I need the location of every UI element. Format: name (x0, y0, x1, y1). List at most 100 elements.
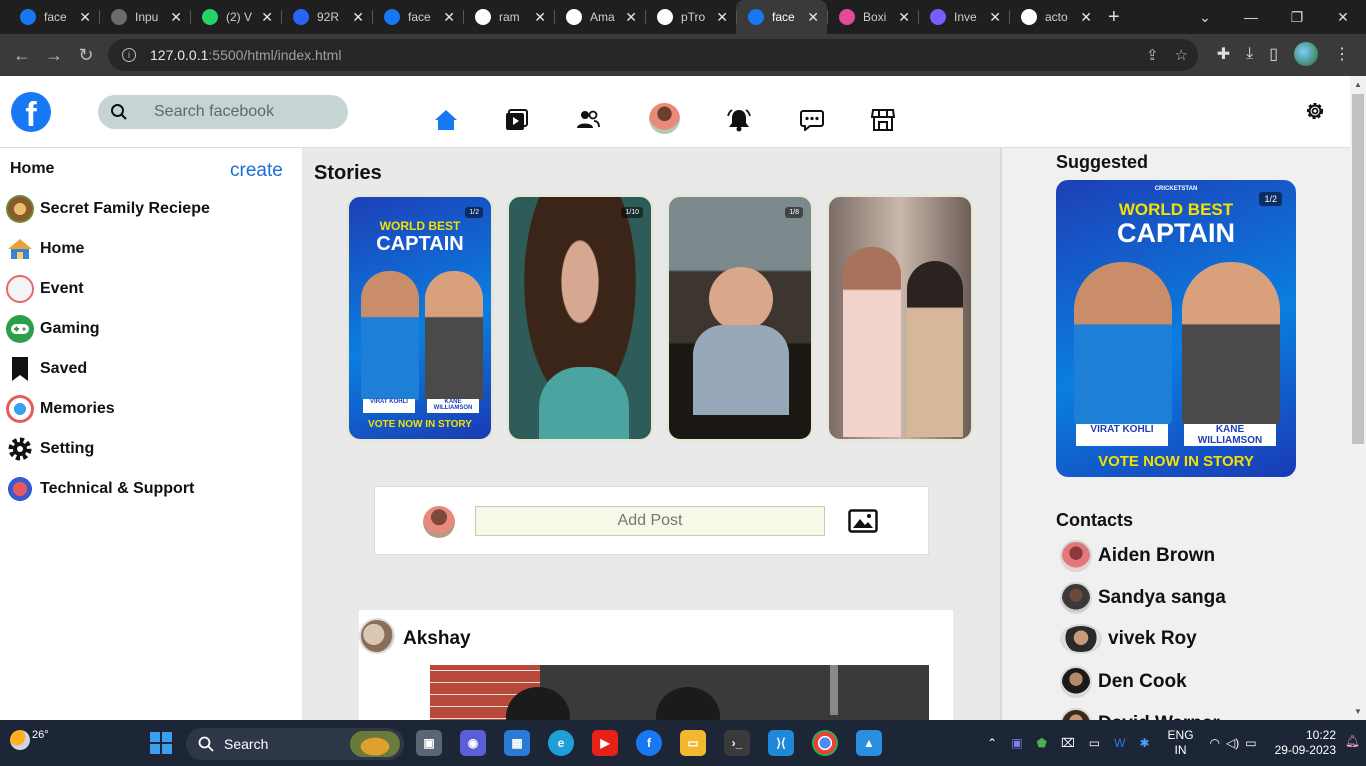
contact-item[interactable]: vivek Roy (1060, 624, 1197, 654)
taskbar-search[interactable]: Search (186, 728, 404, 760)
sidebar-item[interactable]: Saved (6, 354, 87, 384)
reload-button[interactable]: ↻ (70, 45, 102, 66)
story-card-3[interactable]: 1/8 (666, 194, 814, 442)
browser-tab[interactable]: face ✕ (372, 0, 463, 34)
teams-chat-icon[interactable]: ◉ (460, 730, 486, 756)
browser-tab[interactable]: pTro ✕ (645, 0, 736, 34)
clock[interactable]: 10:22 29-09-2023 (1275, 728, 1336, 758)
contact-item[interactable]: David Warner (1060, 708, 1220, 720)
menu-kebab-icon[interactable]: ⋮ (1334, 44, 1350, 64)
nav-friends[interactable] (572, 106, 604, 134)
page-scrollbar[interactable]: ▲ ▼ (1350, 76, 1366, 720)
bluetooth-icon[interactable]: ✱ (1139, 736, 1149, 750)
nav-messages[interactable] (796, 106, 828, 134)
close-tab-icon[interactable]: ✕ (989, 9, 1001, 26)
story-card-4[interactable] (826, 194, 974, 442)
drive-icon[interactable]: ⌧ (1061, 736, 1075, 750)
nav-marketplace[interactable] (867, 106, 899, 134)
youtube-icon[interactable]: ▶ (592, 730, 618, 756)
scrollbar-thumb[interactable] (1352, 94, 1364, 444)
facebook-logo[interactable]: f (11, 92, 51, 132)
nav-notifications[interactable] (723, 106, 755, 134)
browser-tab[interactable]: ram ✕ (463, 0, 554, 34)
browser-tab[interactable]: Inve ✕ (918, 0, 1009, 34)
sidebar-item[interactable]: Memories (6, 394, 115, 424)
sidebar-item[interactable]: Setting (6, 434, 94, 464)
facebook-icon[interactable]: f (636, 730, 662, 756)
vscode-icon[interactable]: ⟩⟨ (768, 730, 794, 756)
notification-bell-icon[interactable]: 🔔︎ (1345, 734, 1360, 748)
close-tab-icon[interactable]: ✕ (534, 9, 546, 26)
suggested-card[interactable]: 1/2 CRICKETSTAN WORLD BEST CAPTAIN VIRAT… (1056, 180, 1296, 477)
forward-button[interactable]: → (38, 45, 70, 66)
share-icon[interactable]: ⇪ (1146, 46, 1159, 64)
tray-overflow-icon[interactable]: ⌃ (987, 736, 997, 750)
chrome-icon[interactable] (812, 730, 838, 756)
download-icon[interactable]: ⤓ (1246, 45, 1253, 63)
side-panel-icon[interactable]: ▯ (1269, 44, 1278, 64)
close-window-button[interactable]: ✕ (1320, 9, 1366, 26)
close-tab-icon[interactable]: ✕ (261, 9, 273, 26)
task-view-icon[interactable]: ▣ (416, 730, 442, 756)
wifi-icon[interactable]: ◠ (1210, 736, 1220, 750)
photos-icon[interactable]: ▲ (856, 730, 882, 756)
security-icon[interactable]: ⬟ (1037, 736, 1047, 750)
site-info-icon[interactable]: i (122, 48, 136, 62)
browser-tab[interactable]: Inpu ✕ (99, 0, 190, 34)
contact-item[interactable]: Sandya sanga (1060, 582, 1226, 614)
bookmark-star-icon[interactable]: ☆ (1175, 46, 1188, 64)
minimize-button[interactable]: — (1228, 9, 1274, 25)
add-photo-button[interactable] (848, 509, 878, 538)
nav-profile[interactable] (648, 102, 680, 134)
nav-watch[interactable] (501, 106, 533, 134)
extensions-icon[interactable]: ✚ (1217, 44, 1230, 64)
tab-search-icon[interactable]: ⌄ (1182, 9, 1228, 26)
close-tab-icon[interactable]: ✕ (898, 9, 910, 26)
close-tab-icon[interactable]: ✕ (807, 9, 819, 26)
close-tab-icon[interactable]: ✕ (352, 9, 364, 26)
scroll-up-arrow[interactable]: ▲ (1354, 80, 1362, 89)
post-photo[interactable] (430, 665, 929, 720)
sidebar-item[interactable]: Gaming (6, 314, 100, 344)
browser-tab[interactable]: (2) V ✕ (190, 0, 281, 34)
contact-item[interactable]: Den Cook (1060, 666, 1187, 698)
close-tab-icon[interactable]: ✕ (443, 9, 455, 26)
close-tab-icon[interactable]: ✕ (79, 9, 91, 26)
browser-tab[interactable]: Ama ✕ (554, 0, 645, 34)
browser-tab[interactable]: face ✕ (736, 0, 827, 34)
add-post-input[interactable] (475, 506, 825, 536)
nav-home[interactable] (430, 106, 462, 134)
close-tab-icon[interactable]: ✕ (716, 9, 728, 26)
story-card-2[interactable]: 1/10 (506, 194, 654, 442)
post-author-avatar[interactable] (359, 618, 395, 654)
close-tab-icon[interactable]: ✕ (1080, 9, 1092, 26)
browser-tab[interactable]: acto ✕ (1009, 0, 1100, 34)
url-bar[interactable]: i 127.0.0.1:5500/html/index.html ⇪ ☆ (108, 39, 1198, 71)
sidebar-item[interactable]: Home (6, 234, 84, 264)
story-card-1[interactable]: 1/2 WORLD BEST CAPTAIN VIRAT KOHLI KANE … (346, 194, 494, 442)
language-indicator[interactable]: ENG IN (1168, 728, 1194, 758)
sidebar-item[interactable]: Technical & Support (6, 474, 194, 504)
volume-icon[interactable]: ◁) (1226, 736, 1239, 750)
battery-icon[interactable]: ▭ (1245, 736, 1256, 750)
edge-icon[interactable]: e (548, 730, 574, 756)
profile-avatar[interactable] (1294, 42, 1318, 66)
close-tab-icon[interactable]: ✕ (170, 9, 182, 26)
contact-item[interactable]: Aiden Brown (1060, 540, 1215, 572)
create-link[interactable]: create (230, 160, 283, 182)
search-input[interactable] (154, 103, 334, 121)
restore-button[interactable]: ❐ (1274, 9, 1320, 26)
search-box[interactable] (98, 95, 348, 129)
browser-tab[interactable]: 92R ✕ (281, 0, 372, 34)
teams-tray-icon[interactable]: ▣ (1011, 736, 1022, 750)
close-tab-icon[interactable]: ✕ (625, 9, 637, 26)
sidebar-item[interactable]: Event (6, 274, 84, 304)
settings-button[interactable] (1304, 100, 1326, 122)
store-icon[interactable]: ▦ (504, 730, 530, 756)
weather-widget[interactable]: 26° (10, 729, 49, 750)
start-button[interactable] (148, 730, 174, 756)
terminal-icon[interactable]: ›_ (724, 730, 750, 756)
sidebar-item[interactable]: Secret Family Reciepe (6, 194, 210, 224)
display-icon[interactable]: ▭ (1089, 736, 1100, 750)
word-icon[interactable]: W (1114, 736, 1125, 750)
